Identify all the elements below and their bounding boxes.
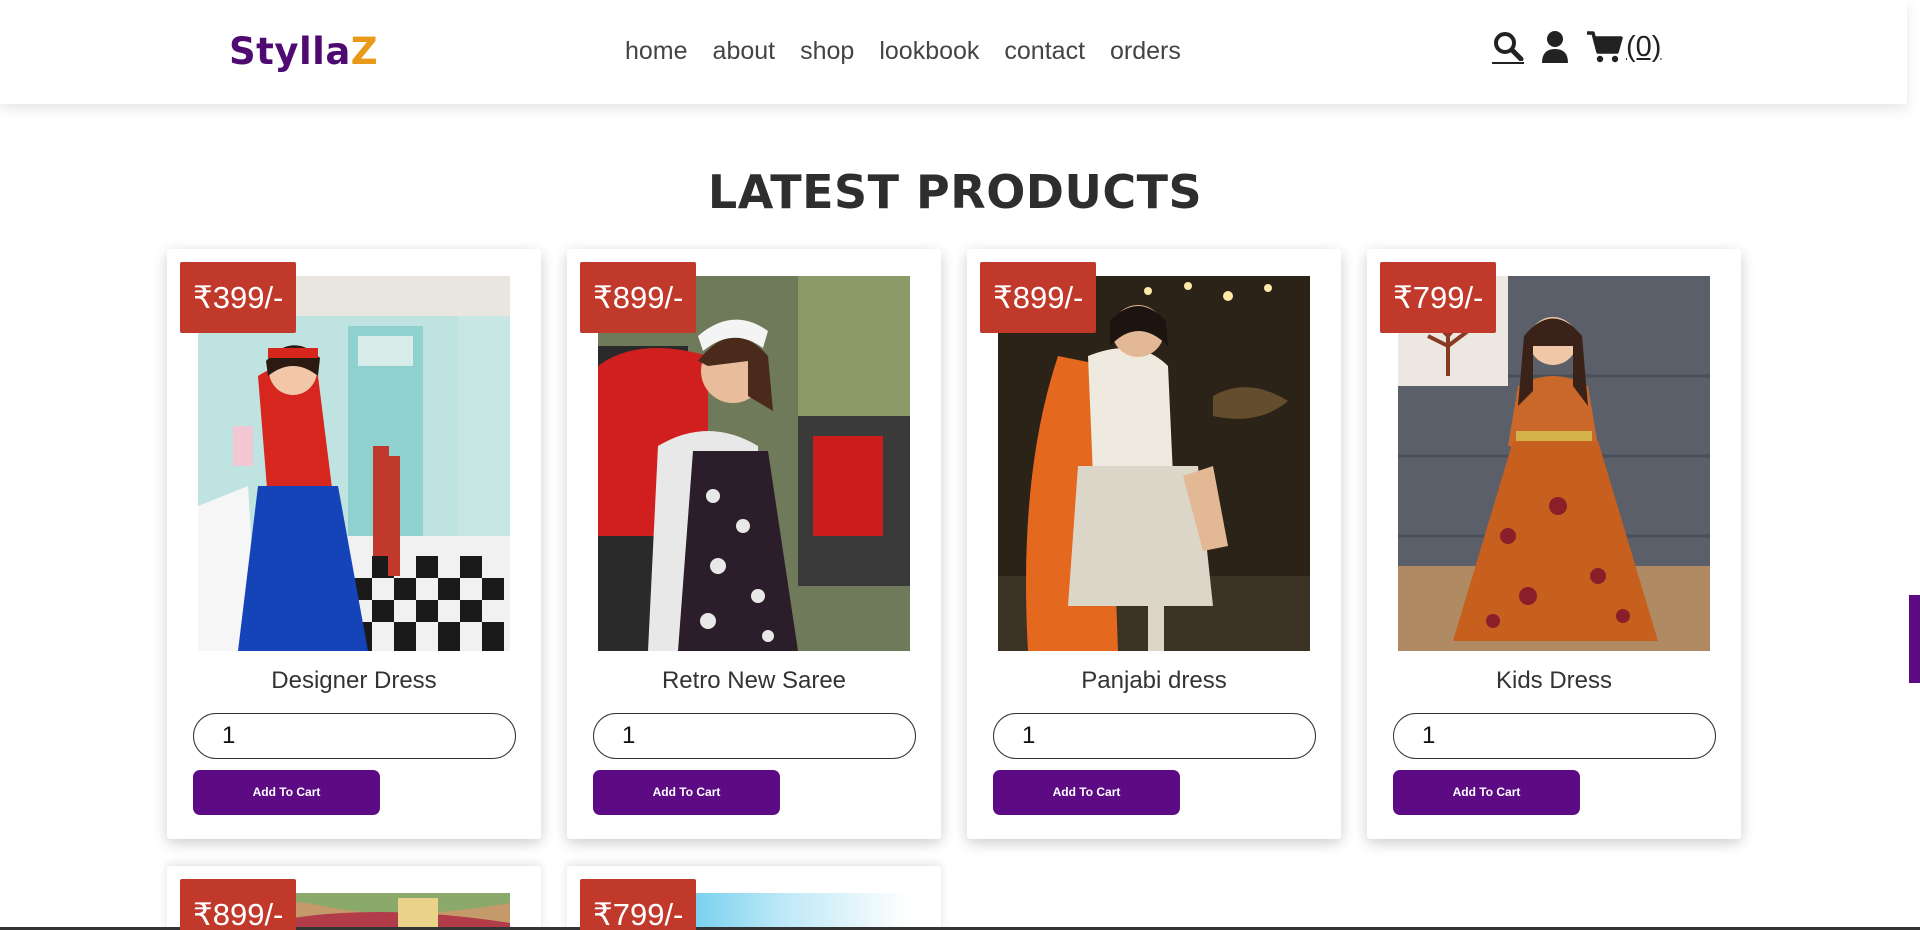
nav-lookbook[interactable]: lookbook xyxy=(879,34,979,68)
header-icons: (0) xyxy=(1492,30,1661,64)
side-tab[interactable] xyxy=(1909,595,1920,683)
user-icon[interactable] xyxy=(1540,30,1570,64)
product-name: Retro New Saree xyxy=(661,667,847,694)
nav-orders[interactable]: orders xyxy=(1110,34,1181,68)
product-name: Kids Dress xyxy=(1495,667,1613,694)
site-header: StyllaZ home about shop lookbook contact… xyxy=(0,0,1907,104)
product-card: ₹799/- Kids Dress 1 Add To Cart xyxy=(1367,249,1741,839)
section-title: LATEST PRODUCTS xyxy=(707,165,1203,219)
logo-text-accent: Z xyxy=(350,30,379,73)
product-name: Designer Dress xyxy=(271,667,437,694)
product-card: ₹399/- Designer Dress 1 Add To Cart xyxy=(167,249,541,839)
product-card: ₹899/- Retro New Saree 1 Add To Cart xyxy=(567,249,941,839)
product-card: ₹899/- xyxy=(167,866,541,930)
quantity-input[interactable]: 1 xyxy=(993,713,1316,759)
nav-about[interactable]: about xyxy=(713,34,776,68)
add-to-cart-button[interactable]: Add To Cart xyxy=(193,770,380,815)
nav-shop[interactable]: shop xyxy=(800,34,854,68)
logo-text-main: Stylla xyxy=(229,30,351,73)
price-tag: ₹899/- xyxy=(180,879,297,930)
price-tag: ₹799/- xyxy=(1380,262,1497,333)
price-tag: ₹399/- xyxy=(180,262,297,333)
product-card: ₹899/- Panjabi dress 1 Add To Cart xyxy=(967,249,1341,839)
add-to-cart-button[interactable]: Add To Cart xyxy=(593,770,780,815)
nav-home[interactable]: home xyxy=(625,34,688,68)
quantity-input[interactable]: 1 xyxy=(193,713,516,759)
cart-link[interactable]: (0) xyxy=(1586,30,1661,64)
search-icon[interactable] xyxy=(1492,31,1524,64)
cart-count: (0) xyxy=(1626,30,1662,63)
price-tag: ₹899/- xyxy=(580,262,697,333)
price-tag: ₹899/- xyxy=(980,262,1097,333)
site-logo[interactable]: StyllaZ xyxy=(229,30,378,73)
product-card: ₹799/- xyxy=(567,866,941,930)
cart-icon xyxy=(1586,30,1624,64)
price-tag: ₹799/- xyxy=(580,879,697,930)
nav-contact[interactable]: contact xyxy=(1004,34,1085,68)
main-nav: home about shop lookbook contact orders xyxy=(625,34,1206,68)
quantity-input[interactable]: 1 xyxy=(593,713,916,759)
add-to-cart-button[interactable]: Add To Cart xyxy=(993,770,1180,815)
quantity-input[interactable]: 1 xyxy=(1393,713,1716,759)
product-name: Panjabi dress xyxy=(1081,667,1227,694)
add-to-cart-button[interactable]: Add To Cart xyxy=(1393,770,1580,815)
